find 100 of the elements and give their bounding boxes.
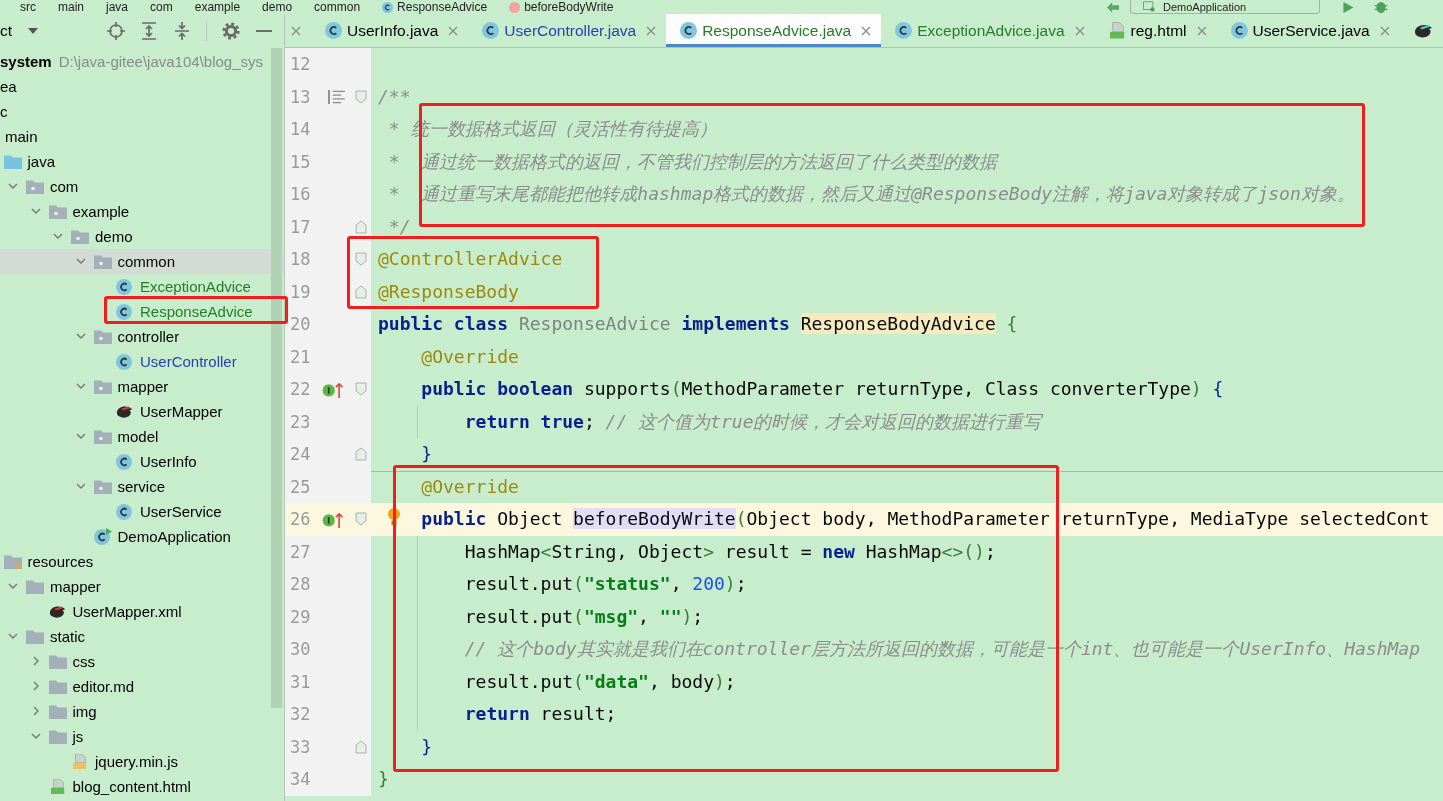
tree-item[interactable]: static (4, 626, 85, 646)
tree-item[interactable]: css (26, 651, 95, 671)
breadcrumb-item[interactable]: ResponseAdvice (382, 0, 488, 14)
line-number: 32 (289, 704, 312, 725)
close-icon[interactable] (646, 25, 657, 36)
bulb-icon[interactable] (388, 508, 400, 526)
caret-icon[interactable] (28, 28, 39, 34)
bug-icon[interactable] (1374, 1, 1388, 13)
crosshair-icon[interactable] (107, 22, 125, 40)
tree-item[interactable]: resources (3, 551, 94, 571)
tree-item[interactable]: js (26, 726, 84, 746)
line-number: 24 (289, 444, 312, 465)
tree-item[interactable]: UserMapper.xml (48, 601, 182, 621)
chevron-down-icon[interactable] (30, 208, 41, 214)
tree-item[interactable]: model (71, 426, 159, 446)
tree-item[interactable]: editor.md (26, 676, 135, 696)
line-number: 18 (289, 249, 312, 270)
tree-item[interactable]: ExceptionAdvice (116, 276, 251, 296)
tree-item[interactable]: UserController (116, 351, 237, 371)
settings-icon[interactable] (222, 22, 240, 40)
line-number: 26 (289, 509, 312, 530)
breadcrumb-item[interactable]: beforeBodyWrite (509, 0, 614, 14)
tree-item[interactable]: UserMapper (116, 401, 223, 421)
folder-icon (26, 628, 44, 644)
chevron-down-icon[interactable] (75, 333, 86, 339)
class-icon (325, 22, 342, 39)
chevron-down-icon[interactable] (8, 583, 18, 589)
breadcrumb-item[interactable]: example (194, 0, 241, 14)
close-icon[interactable] (291, 25, 301, 36)
chevron-right-icon[interactable] (32, 656, 39, 666)
tree-item[interactable]: ea (0, 76, 17, 96)
line-number: 29 (289, 606, 312, 627)
tree-item[interactable]: main (5, 126, 38, 146)
tree-item[interactable]: example (26, 201, 130, 221)
editor-tab[interactable]: UserInfo.java (311, 14, 469, 47)
tree-item[interactable]: system D:\java-gitee\java104\blog_sys (0, 51, 263, 71)
tree-item[interactable]: controller (71, 326, 180, 346)
line-number: 22 (289, 379, 312, 400)
editor-tab[interactable]: UserController.java (468, 14, 667, 47)
up-arrow-marker-icon[interactable] (322, 380, 343, 398)
editor-tab[interactable]: ExceptionAdvice.java (881, 14, 1095, 47)
tree-item[interactable]: mapper (4, 576, 101, 596)
tree-item[interactable]: java (3, 151, 56, 171)
chevron-down-icon[interactable] (53, 233, 63, 239)
chevron-down-icon[interactable] (8, 183, 18, 189)
close-icon[interactable] (1196, 25, 1207, 36)
tree-item[interactable]: img (26, 701, 97, 721)
breadcrumb-item[interactable]: java (106, 0, 129, 14)
tree-item[interactable]: DemoApplication (93, 526, 231, 546)
tree-item[interactable]: ResponseAdvice (116, 301, 253, 321)
close-icon[interactable] (1074, 25, 1085, 36)
chevron-down-icon[interactable] (8, 633, 18, 639)
class-icon (116, 502, 134, 520)
tree-item[interactable]: c (0, 101, 8, 121)
breadcrumb-item[interactable]: src (20, 0, 36, 14)
back-arrow-icon[interactable] (1107, 1, 1119, 13)
text-lines-icon[interactable] (328, 89, 345, 104)
expand-icon[interactable] (140, 22, 158, 40)
breadcrumb-item[interactable]: demo (262, 0, 293, 14)
chevron-down-icon[interactable] (75, 383, 86, 389)
folder-icon (3, 153, 22, 169)
line-number: 23 (289, 411, 312, 432)
scrollbar-thumb[interactable] (271, 48, 282, 708)
run-config-dropdown[interactable]: DemoApplication (1130, 0, 1320, 14)
panel-title[interactable]: ct (0, 22, 13, 40)
tree-item[interactable]: UserService (116, 501, 222, 521)
chevron-right-icon[interactable] (32, 706, 39, 716)
close-icon[interactable] (1379, 25, 1390, 36)
collapse-icon[interactable] (173, 22, 191, 40)
code-line: @ResponseBody (378, 279, 519, 304)
tree-item[interactable]: service (71, 476, 165, 496)
breadcrumb-item[interactable]: common (314, 0, 361, 14)
class-icon (116, 277, 134, 295)
close-icon[interactable] (448, 25, 459, 36)
chevron-down-icon[interactable] (30, 733, 41, 739)
chevron-down-icon[interactable] (75, 433, 86, 439)
line-number: 15 (289, 151, 312, 172)
tree-item[interactable]: common (71, 251, 176, 271)
tree-item[interactable]: jquery.min.js (71, 751, 179, 771)
tree-item[interactable]: com (4, 176, 79, 196)
editor-tab[interactable]: UserService.java (1216, 14, 1400, 47)
close-icon[interactable] (861, 25, 872, 36)
tree-item[interactable]: UserInfo (116, 451, 197, 471)
editor-tab[interactable]: reg.html (1094, 14, 1217, 47)
tree-item[interactable]: demo (49, 226, 133, 246)
line-number: 33 (289, 736, 312, 757)
code-line: @ControllerAdvice (378, 247, 563, 271)
code-line: public Object beforeBodyWrite(Object body, MethodParameter returnType, MediaType selectedCont (421, 507, 1430, 531)
up-arrow-marker-icon[interactable] (322, 510, 343, 528)
chevron-right-icon[interactable] (32, 681, 39, 691)
chevron-down-icon[interactable] (75, 483, 86, 489)
breadcrumb-item[interactable]: com (150, 0, 173, 14)
chevron-down-icon[interactable] (75, 258, 86, 264)
editor-tab[interactable]: ResponseAdvice.java (666, 14, 882, 47)
folder-icon (93, 378, 112, 394)
breadcrumb-item[interactable]: main (58, 0, 84, 14)
code-line: HashMap<String, Object> result = new HashMap<>(); (464, 539, 996, 564)
run-icon[interactable] (1342, 1, 1354, 13)
tree-item[interactable]: mapper (71, 376, 169, 396)
tree-item[interactable]: blog_content.html (48, 776, 191, 796)
